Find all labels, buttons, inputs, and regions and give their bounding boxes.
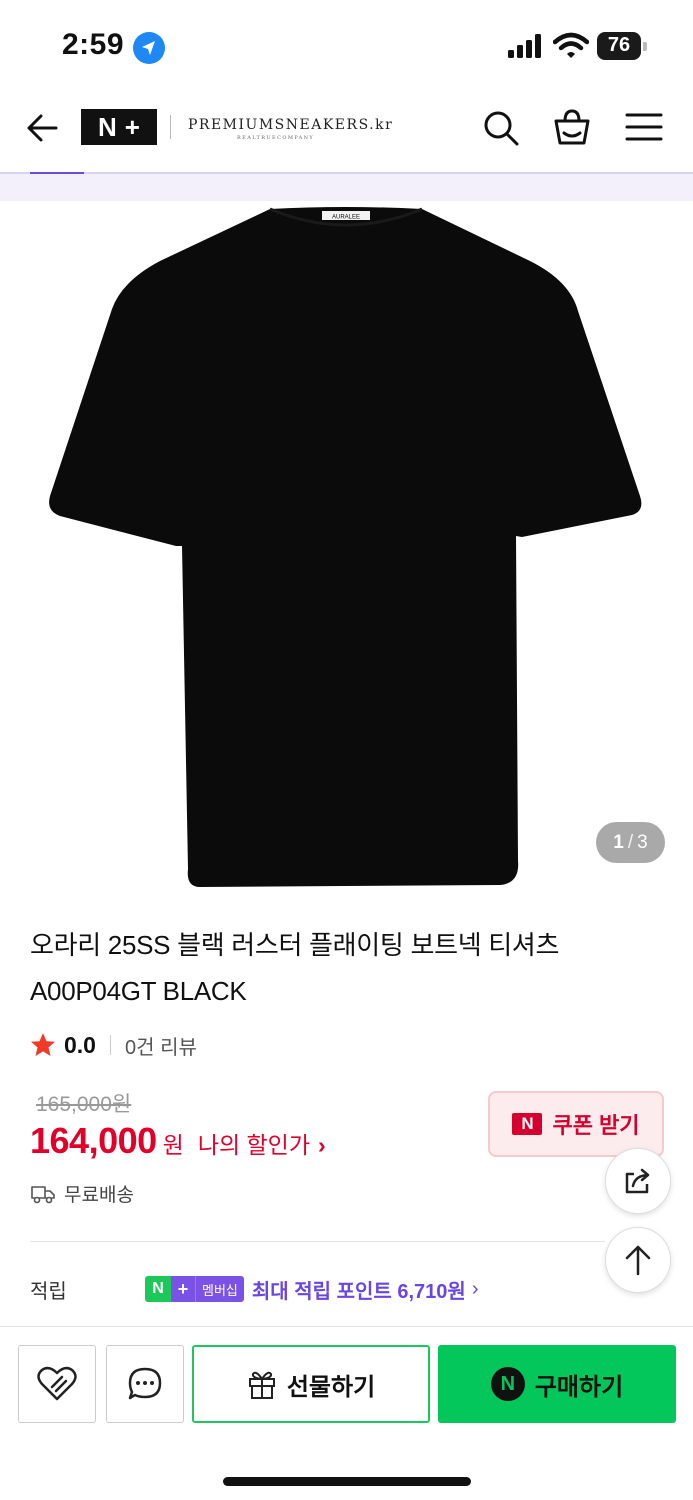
coupon-label: 쿠폰 받기	[552, 1113, 640, 1138]
image-counter-current: 1	[613, 831, 624, 853]
battery-level: 76	[607, 34, 631, 56]
points-label: 적립	[30, 1280, 67, 1303]
location-arrow-icon	[133, 32, 165, 64]
image-counter-total: 3	[637, 831, 648, 853]
sale-price: 164,000	[30, 1120, 157, 1161]
home-indicator[interactable]	[223, 1477, 471, 1486]
shipping-label: 무료배송	[64, 1185, 134, 1206]
share-button[interactable]	[605, 1148, 671, 1214]
bottom-action-bar: 선물하기 N 구매하기	[0, 1326, 693, 1500]
badge-membership: 멤버십	[195, 1276, 244, 1302]
truck-icon	[31, 1185, 55, 1203]
product-title: 오라리 25SS 블랙 러스터 플래이팅 보트넥 티셔츠 A00P04GT BL…	[30, 922, 650, 1014]
gift-button[interactable]: 선물하기	[192, 1345, 430, 1423]
original-price: 165,000원	[36, 1093, 132, 1116]
review-count[interactable]: 0건 리뷰	[125, 1031, 197, 1060]
points-row[interactable]: 적립 N + 멤버십 최대 적립 포인트 6,710원 ›	[30, 1272, 600, 1306]
nplus-logo[interactable]: N +	[81, 109, 157, 145]
status-time: 2:59	[62, 28, 125, 61]
star-icon	[31, 1033, 55, 1056]
image-counter: 1 / 3	[596, 822, 665, 863]
talk-button[interactable]	[106, 1345, 184, 1423]
status-bar: 2:59 76	[0, 0, 693, 95]
gift-label: 선물하기	[286, 1373, 376, 1401]
product-title-line1: 오라리 25SS 블랙 러스터 플래이팅 보트넥 티셔츠	[30, 930, 560, 960]
scroll-top-button[interactable]	[605, 1227, 671, 1293]
back-arrow-icon[interactable]	[26, 111, 60, 145]
app-header: N + PREMIUMSNEAKERS.kr REALTRUECOMPANY	[0, 95, 693, 172]
tshirt-image: AURALEE	[49, 207, 642, 887]
wishlist-button[interactable]	[18, 1345, 96, 1423]
collar-tag: AURALEE	[332, 215, 360, 221]
cart-icon[interactable]	[552, 107, 592, 147]
battery-icon: 76	[597, 32, 647, 60]
points-description[interactable]: 최대 적립 포인트 6,710원	[252, 1275, 466, 1304]
cellular-signal-icon	[508, 34, 541, 58]
chevron-right-icon[interactable]: ›	[318, 1132, 326, 1159]
membership-strip	[0, 174, 693, 201]
rating-row[interactable]: 0.0 0건 리뷰	[30, 1030, 197, 1060]
naver-pay-icon: N	[490, 1367, 525, 1401]
buy-button[interactable]: N 구매하기	[438, 1345, 676, 1423]
badge-plus: +	[171, 1276, 195, 1302]
rating-score: 0.0	[64, 1031, 96, 1058]
chevron-right-icon[interactable]: ›	[472, 1278, 479, 1301]
heart-icon	[37, 1366, 77, 1401]
logo-n: N	[98, 111, 117, 142]
chat-bubble-icon	[128, 1367, 162, 1400]
product-title-line2: A00P04GT BLACK	[30, 976, 247, 1006]
wifi-icon	[553, 32, 589, 58]
price-currency: 원	[162, 1132, 184, 1158]
search-icon[interactable]	[482, 109, 520, 147]
store-brand[interactable]: PREMIUMSNEAKERS.kr	[188, 117, 393, 133]
image-counter-sep: /	[627, 831, 634, 853]
product-image-gallery[interactable]: AURALEE	[0, 201, 693, 897]
badge-n: N	[145, 1276, 171, 1302]
shipping-info: 무료배송	[30, 1180, 134, 1207]
logo-divider	[170, 115, 171, 139]
naver-n-icon: N	[512, 1113, 543, 1135]
gift-icon	[248, 1371, 275, 1399]
nplus-membership-badge: N + 멤버십	[145, 1276, 244, 1302]
price-row: 164,000 원 나의 할인가 ›	[30, 1120, 326, 1164]
my-discount-link[interactable]: 나의 할인가	[198, 1126, 310, 1160]
buy-label: 구매하기	[534, 1373, 624, 1401]
arrow-up-icon	[625, 1245, 651, 1276]
section-divider	[30, 1241, 605, 1242]
store-brand-sub: REALTRUECOMPANY	[237, 135, 315, 141]
share-icon	[625, 1168, 650, 1194]
logo-plus: +	[124, 111, 140, 142]
menu-icon[interactable]	[625, 111, 663, 143]
rating-divider	[109, 1035, 111, 1055]
